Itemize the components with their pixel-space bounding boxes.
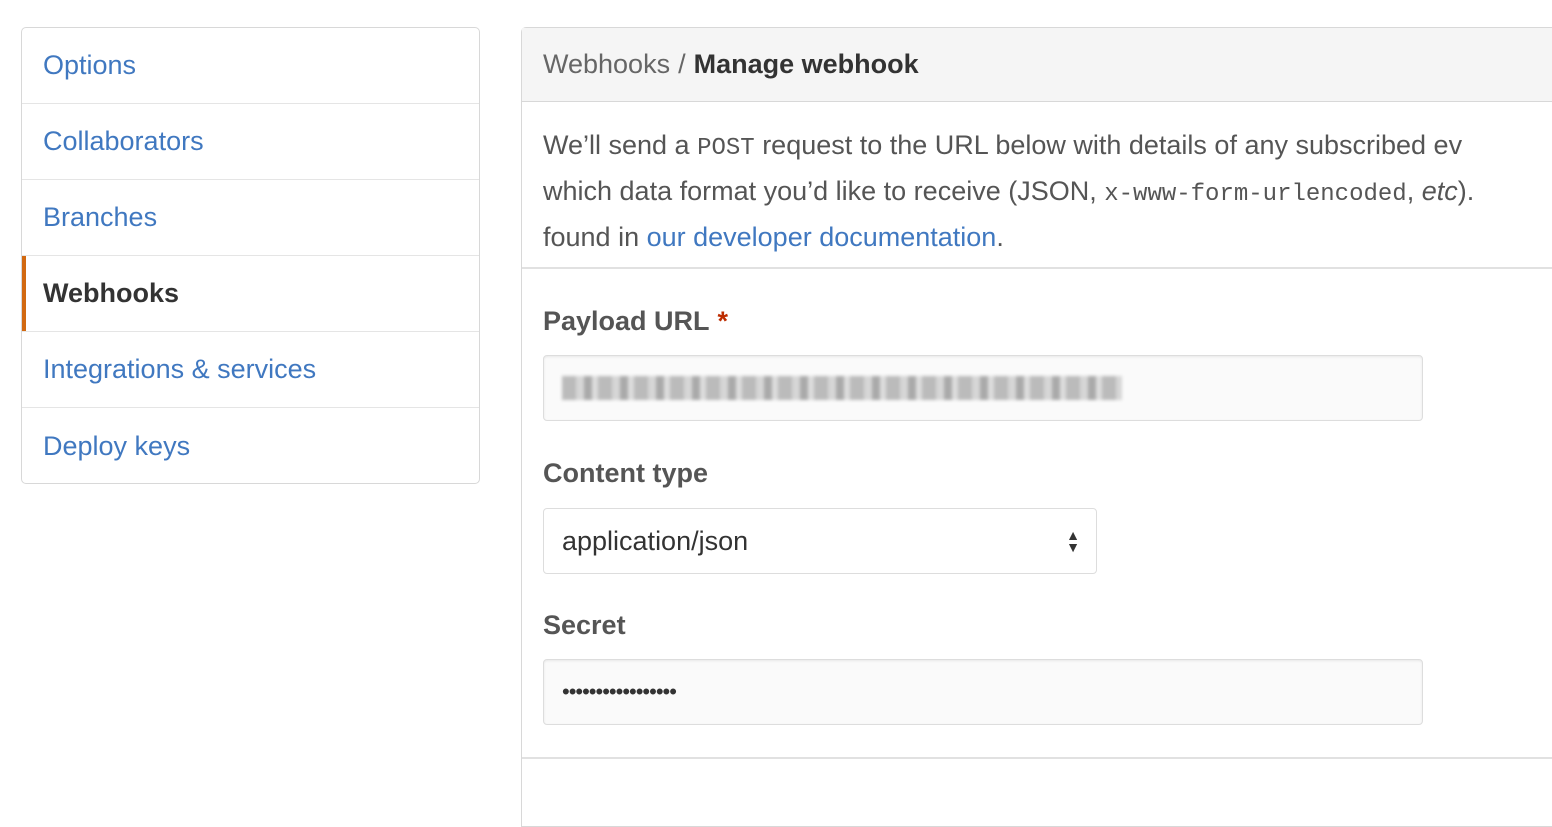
- webhook-panel: Webhooks / Manage webhook We’ll send a P…: [521, 27, 1552, 827]
- breadcrumb: Webhooks / Manage webhook: [522, 28, 1552, 102]
- webhook-description: We’ll send a POST request to the URL bel…: [522, 102, 1552, 269]
- breadcrumb-webhooks-link[interactable]: Webhooks: [543, 49, 670, 80]
- select-arrows-icon: ▲ ▼: [1066, 527, 1080, 555]
- sidebar-item-deploy-keys[interactable]: Deploy keys: [22, 408, 479, 483]
- divider: [522, 757, 1552, 759]
- desc-code: x-www-form-urlencoded: [1104, 181, 1407, 208]
- desc-text: which data format you’d like to receive …: [543, 176, 1105, 206]
- desc-text: ,: [1406, 176, 1422, 206]
- desc-em: etc: [1421, 176, 1458, 206]
- required-mark: *: [717, 306, 729, 336]
- content-type-select[interactable]: application/json ▲ ▼: [543, 508, 1097, 574]
- sidebar-item-collaborators[interactable]: Collaborators: [22, 104, 479, 180]
- payload-url-input[interactable]: [543, 355, 1423, 421]
- desc-text: ).: [1457, 176, 1475, 206]
- secret-label: Secret: [543, 610, 626, 640]
- content-type-value: application/json: [562, 525, 749, 556]
- desc-code: POST: [697, 135, 755, 162]
- desc-text: .: [996, 222, 1004, 252]
- sidebar-item-integrations[interactable]: Integrations & services: [22, 332, 479, 408]
- secret-value: •••••••••••••••••: [562, 679, 677, 704]
- page-title: Manage webhook: [693, 49, 919, 79]
- sidebar-item-branches[interactable]: Branches: [22, 180, 479, 256]
- desc-text: request to the URL below with details of…: [754, 130, 1463, 160]
- payload-url-label: Payload URL *: [543, 306, 729, 336]
- breadcrumb-separator: /: [678, 49, 686, 79]
- secret-input[interactable]: •••••••••••••••••: [543, 659, 1423, 725]
- desc-text: found in: [543, 222, 647, 252]
- developer-docs-link[interactable]: our developer documentation: [647, 222, 997, 252]
- sidebar-item-webhooks[interactable]: Webhooks: [22, 256, 479, 332]
- redacted-url: [562, 376, 1122, 400]
- desc-text: We’ll send a: [543, 130, 698, 160]
- content-type-label: Content type: [543, 458, 708, 488]
- sidebar-item-options[interactable]: Options: [22, 28, 479, 104]
- settings-sidebar: Options Collaborators Branches Webhooks …: [21, 27, 480, 484]
